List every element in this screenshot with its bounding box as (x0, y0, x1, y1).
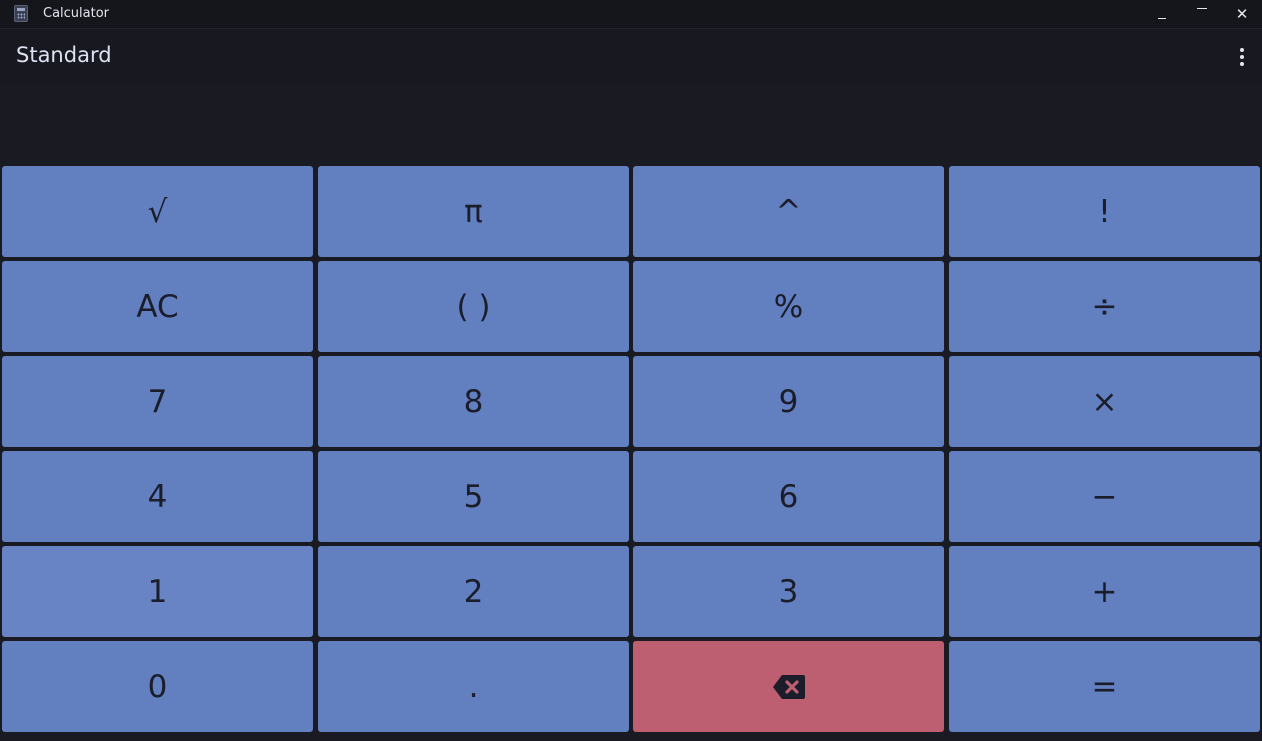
digit-8-button[interactable]: 8 (318, 356, 629, 447)
digit-1-button[interactable]: 1 (2, 546, 313, 637)
digit-4-button[interactable]: 4 (2, 451, 313, 542)
display-area (0, 84, 1262, 164)
maximize-icon (1197, 7, 1207, 9)
digit-3-button[interactable]: 3 (633, 546, 944, 637)
calculator-icon (14, 5, 28, 22)
more-vertical-icon (1240, 62, 1244, 66)
digit-6-button[interactable]: 6 (633, 451, 944, 542)
digit-2-button[interactable]: 2 (318, 546, 629, 637)
backspace-icon (772, 674, 805, 699)
pi-button[interactable]: π (318, 166, 629, 257)
window-title: Calculator (43, 6, 110, 21)
subtract-button[interactable]: − (949, 451, 1260, 542)
decimal-button[interactable]: . (318, 641, 629, 732)
keypad: √ π ^ ! AC ( ) % ÷ 7 8 9 × 4 5 6 − 1 2 3… (0, 165, 1262, 741)
minimize-button[interactable] (1142, 0, 1182, 28)
digit-5-button[interactable]: 5 (318, 451, 629, 542)
maximize-button[interactable] (1182, 0, 1222, 28)
app-header: Standard (0, 28, 1262, 84)
equals-button[interactable]: = (949, 641, 1260, 732)
close-icon: ✕ (1235, 5, 1249, 23)
more-vertical-icon (1240, 48, 1244, 52)
close-button[interactable]: ✕ (1222, 0, 1262, 28)
title-bar: Calculator ✕ (0, 0, 1262, 28)
digit-9-button[interactable]: 9 (633, 356, 944, 447)
backspace-button[interactable] (633, 641, 944, 732)
multiply-button[interactable]: × (949, 356, 1260, 447)
more-vertical-icon (1240, 55, 1244, 59)
clear-button[interactable]: AC (2, 261, 313, 352)
factorial-button[interactable]: ! (949, 166, 1260, 257)
percent-button[interactable]: % (633, 261, 944, 352)
add-button[interactable]: + (949, 546, 1260, 637)
digit-7-button[interactable]: 7 (2, 356, 313, 447)
mode-title: Standard (16, 43, 112, 67)
divide-button[interactable]: ÷ (949, 261, 1260, 352)
more-menu-button[interactable] (1230, 45, 1254, 69)
sqrt-button[interactable]: √ (2, 166, 313, 257)
parentheses-button[interactable]: ( ) (318, 261, 629, 352)
minimize-icon (1158, 17, 1166, 19)
power-button[interactable]: ^ (633, 166, 944, 257)
digit-0-button[interactable]: 0 (2, 641, 313, 732)
